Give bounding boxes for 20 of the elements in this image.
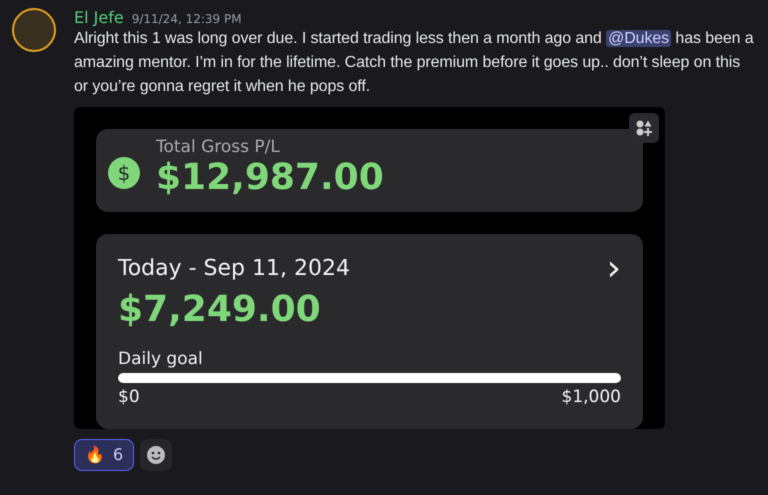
dollar-icon: $ <box>108 157 140 189</box>
message-text: Alright this 1 was long over due. I started trading less then a month ago and @Dukes has been a <box>74 29 755 49</box>
today-card[interactable]: Today - Sep 11, 2024 › $7,249.00 Daily goal $0 $1,000 <box>96 234 643 429</box>
author-name[interactable]: El Jefe <box>74 8 124 27</box>
message-text: amazing mentor. I’m in for the lifetime. Catch the premium before it goes up.. don’t sleep on this <box>74 53 742 73</box>
card-label: Total Gross P/L <box>156 137 281 157</box>
today-value: $7,249.00 <box>118 289 322 331</box>
timestamp: 9/11/24, 12:39 PM <box>132 12 242 26</box>
add-reaction-icon[interactable] <box>140 438 172 471</box>
user-mention[interactable]: @Dukes <box>606 30 672 47</box>
chevron-icon[interactable]: › <box>606 256 621 281</box>
avatar[interactable] <box>12 8 56 52</box>
reaction[interactable]: 🔥 6 <box>74 438 134 471</box>
total-value: $12,987.00 <box>156 157 384 198</box>
goal-label: Daily goal <box>118 348 204 369</box>
max-value: $1,000 <box>562 386 621 407</box>
apps-icon[interactable] <box>629 113 659 143</box>
card-title: Today - Sep 11, 2024 <box>118 256 350 282</box>
message-text: or you’re gonna regret it when he pops off. <box>74 77 372 97</box>
min-value: $0 <box>118 386 140 407</box>
